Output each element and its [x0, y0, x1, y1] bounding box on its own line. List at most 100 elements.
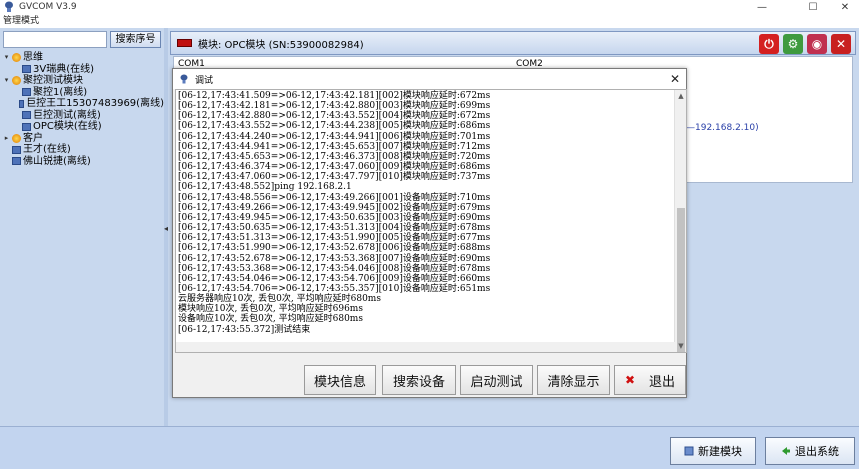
- log-line: 云服务器响应10次, 丢包0次, 平均响应延时680ms: [178, 294, 381, 305]
- dialog-title: 调试: [195, 75, 214, 86]
- minimize-icon: —: [757, 1, 767, 13]
- maximize-button[interactable]: ☐: [799, 0, 827, 14]
- menu-mode-label[interactable]: 管理模式: [3, 16, 39, 26]
- clear-display-button[interactable]: 清除显示: [537, 365, 610, 395]
- log-line: [06-12,17:43:54.706=>06-12,17:43:55.357]…: [178, 283, 491, 294]
- app-logo-icon: [5, 1, 13, 12]
- tree-expander-icon[interactable]: ▾: [3, 52, 10, 64]
- minimize-button[interactable]: —: [748, 0, 776, 14]
- tree-item[interactable]: ▸ 客户: [0, 133, 164, 145]
- tree-item[interactable]: 王才(在线): [0, 144, 164, 156]
- log-line: 设备响应10次, 丢包0次, 平均响应延时680ms: [178, 314, 363, 325]
- tree-item-label: 佛山锐捷(离线): [23, 155, 91, 167]
- new-module-label: 新建模块: [698, 445, 742, 458]
- device-icon: [22, 122, 31, 131]
- log-line: [06-12,17:43:47.060=>06-12,17:43:47.797]…: [178, 172, 491, 183]
- debug-dialog: 调试 ✕ [06-12,17:43:41.509=>06-12,17:43:42…: [172, 68, 687, 398]
- device-icon: [12, 157, 21, 166]
- tree-item-label: 巨控测试(离线): [33, 109, 101, 121]
- device-icon: [22, 111, 31, 120]
- log-line: [06-12,17:43:54.046=>06-12,17:43:54.706]…: [178, 273, 491, 284]
- log-lines: [06-12,17:43:41.509=>06-12,17:43:42.181]…: [178, 91, 674, 335]
- gear-icon: ⚙: [787, 37, 799, 51]
- module-header: 模块: OPC模块 (SN:53900082984) ⏻ ⚙ ◉ ✕: [170, 31, 856, 55]
- log-line: [06-12,17:43:48.556=>06-12,17:43:49.266]…: [178, 192, 491, 203]
- tree-item-label: OPC模块(在线): [33, 121, 102, 132]
- tree-item[interactable]: OPC模块(在线): [0, 121, 164, 133]
- module-title: 模块: OPC模块 (SN:53900082984): [198, 39, 364, 51]
- close-icon: ✕: [840, 1, 850, 13]
- maximize-icon: ☐: [808, 1, 818, 13]
- tree-item-label: 思维: [23, 52, 43, 63]
- tree-item[interactable]: 聚控1(离线): [0, 87, 164, 99]
- serial-search-input[interactable]: [3, 31, 107, 48]
- device-icon: [22, 65, 31, 74]
- log-line: [06-12,17:43:48.552]ping 192.168.2.1: [178, 182, 352, 193]
- group-folder-icon: [12, 53, 21, 63]
- log-line: [06-12,17:43:51.313=>06-12,17:43:51.990]…: [178, 233, 491, 244]
- tree-item[interactable]: ▾ 聚控测试模块: [0, 75, 164, 87]
- log-line: [06-12,17:43:55.372]测试结束: [178, 324, 311, 335]
- device-sidebar: 搜索序号 ▾ 思维 3V瑞典(在线) ▾ 聚控测试模块 聚控1(离线) 巨控王工153074…: [0, 28, 164, 426]
- log-line: [06-12,17:43:42.181=>06-12,17:43:42.880]…: [178, 101, 491, 112]
- log-line: [06-12,17:43:51.990=>06-12,17:43:52.678]…: [178, 243, 491, 254]
- delete-module-button[interactable]: ✕: [831, 34, 851, 54]
- device-icon: [22, 88, 31, 97]
- exit-arrow-icon: [782, 447, 790, 455]
- log-line: [06-12,17:43:41.509=>06-12,17:43:42.181]…: [178, 91, 491, 101]
- log-line: [06-12,17:43:49.945=>06-12,17:43:50.635]…: [178, 212, 491, 223]
- log-line: [06-12,17:43:52.678=>06-12,17:43:53.368]…: [178, 253, 491, 264]
- tree-item-label: 聚控测试模块: [23, 75, 83, 86]
- menu-bar: 管理模式: [0, 14, 859, 28]
- scroll-up-icon[interactable]: ▲: [675, 90, 686, 102]
- power-icon: ⏻: [764, 36, 774, 51]
- tree-item[interactable]: 3V瑞典(在线): [0, 64, 164, 76]
- scroll-thumb[interactable]: [677, 208, 685, 352]
- tree-expander-icon[interactable]: ▾: [3, 75, 10, 87]
- ip-address-text: —192.168.2.10): [686, 123, 759, 133]
- scroll-down-icon[interactable]: ▼: [675, 340, 686, 352]
- search-row: 搜索序号: [3, 31, 161, 49]
- log-horizontal-scrollbar[interactable]: [176, 342, 675, 352]
- window-title: GVCOM V3.9: [19, 2, 77, 12]
- tree-expander-icon[interactable]: ▸: [3, 133, 10, 145]
- group-folder-icon: [12, 133, 21, 143]
- window-titlebar: GVCOM V3.9: [0, 0, 859, 14]
- tree-item-label: 3V瑞典(在线): [33, 63, 95, 75]
- log-line: [06-12,17:43:42.880=>06-12,17:43:43.552]…: [178, 111, 491, 122]
- log-line: [06-12,17:43:53.368=>06-12,17:43:54.046]…: [178, 263, 491, 274]
- link-button[interactable]: ◉: [807, 34, 827, 54]
- tree-item-label: 客户: [23, 132, 43, 144]
- tree-item[interactable]: 巨控王工15307483969(离线): [0, 98, 164, 110]
- device-icon: [12, 145, 21, 154]
- close-window-button[interactable]: ✕: [831, 0, 859, 14]
- new-module-button[interactable]: 新建模块: [670, 437, 756, 465]
- tree-item[interactable]: 佛山锐捷(离线): [0, 156, 164, 168]
- exit-system-button[interactable]: 退出系统: [765, 437, 855, 465]
- dialog-exit-button[interactable]: ✖ 退出: [614, 365, 686, 395]
- debug-log[interactable]: [06-12,17:43:41.509=>06-12,17:43:42.181]…: [175, 89, 687, 353]
- group-folder-icon: [12, 76, 21, 86]
- module-info-button[interactable]: 模块信息: [304, 365, 376, 395]
- tree-item[interactable]: ▾ 思维: [0, 52, 164, 64]
- start-test-button[interactable]: 启动测试: [460, 365, 533, 395]
- close-icon: ✕: [835, 37, 847, 51]
- tree-item-label: 聚控1(离线): [33, 86, 88, 98]
- tree-item[interactable]: 巨控测试(离线): [0, 110, 164, 122]
- log-line: 模块响应10次, 丢包0次, 平均响应延时696ms: [178, 304, 363, 315]
- device-icon: [18, 99, 25, 108]
- dialog-exit-label: 退出: [649, 374, 676, 390]
- search-serial-button[interactable]: 搜索序号: [110, 31, 161, 48]
- log-line: [06-12,17:43:45.653=>06-12,17:43:46.373]…: [178, 151, 491, 162]
- settings-button[interactable]: ⚙: [783, 34, 803, 54]
- dialog-app-icon: [180, 74, 188, 84]
- exit-system-label: 退出系统: [795, 445, 839, 458]
- dialog-close-button[interactable]: ✕: [670, 72, 680, 86]
- dialog-titlebar: 调试 ✕: [173, 69, 686, 89]
- power-button[interactable]: ⏻: [759, 34, 779, 54]
- new-module-icon: [684, 446, 694, 456]
- device-tree: ▾ 思维 3V瑞典(在线) ▾ 聚控测试模块 聚控1(离线) 巨控王工15307483969…: [0, 52, 164, 167]
- log-line: [06-12,17:43:46.374=>06-12,17:43:47.060]…: [178, 162, 491, 173]
- log-vertical-scrollbar[interactable]: ▲ ▼: [674, 90, 686, 352]
- search-device-button[interactable]: 搜索设备: [382, 365, 456, 395]
